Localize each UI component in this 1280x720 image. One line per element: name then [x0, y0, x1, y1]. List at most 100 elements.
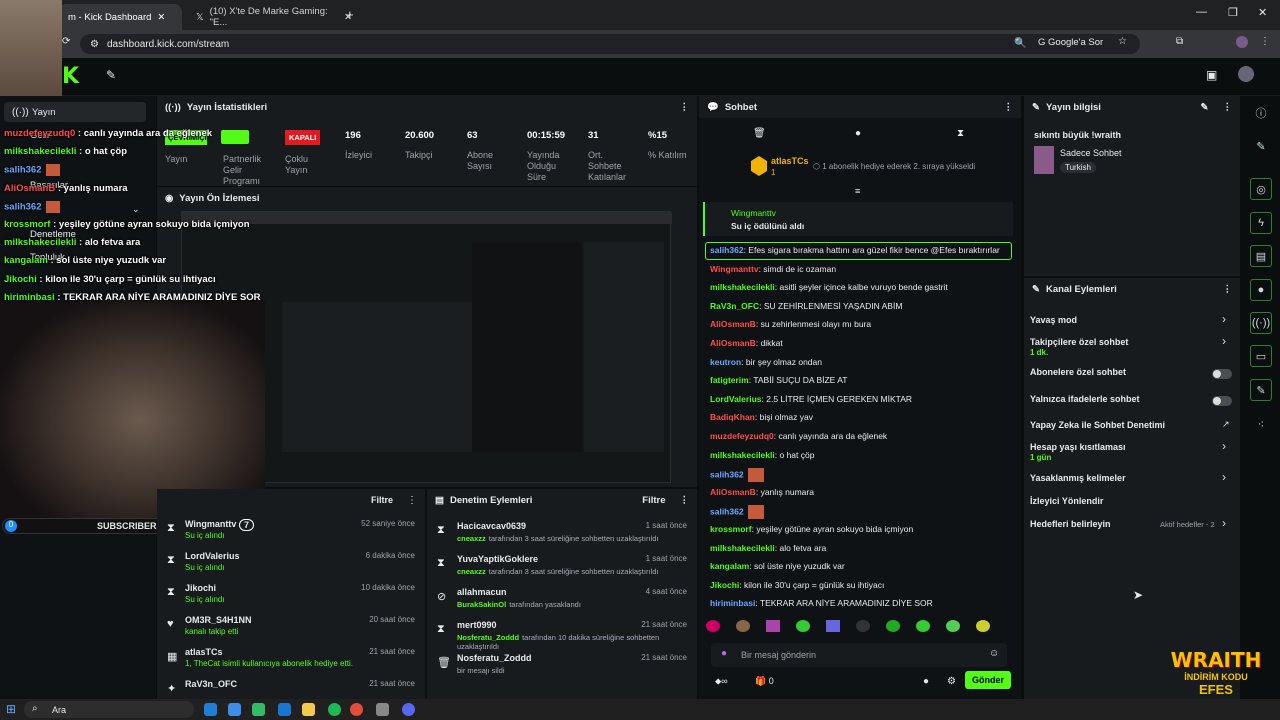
gift-icon[interactable]: 🎁 0	[755, 676, 774, 687]
feed-username[interactable]: Jikochi	[185, 583, 216, 593]
kick-logo[interactable]: K	[62, 64, 79, 89]
file-explorer-icon[interactable]	[302, 703, 315, 716]
new-tab-icon[interactable]: +	[346, 7, 354, 22]
chrome-icon[interactable]	[350, 703, 363, 716]
url-field[interactable]: ⚙ dashboard.kick.com/stream	[80, 34, 1140, 54]
emote-icon[interactable]	[856, 620, 870, 632]
mod-target[interactable]: Nosferatu_Zoddd	[457, 653, 532, 663]
channel-action-label[interactable]: Abonelere özel sohbet	[1030, 367, 1126, 377]
channel-action-label[interactable]: Yasaklanmış kelimeler	[1030, 473, 1126, 483]
reload-icon[interactable]: ⟳	[62, 36, 70, 47]
mod-moderator[interactable]: Nosferatu_Zoddd	[457, 633, 519, 642]
chevron-right-icon[interactable]: ›	[1222, 439, 1226, 453]
menu-kebab-icon[interactable]: ⋮	[1260, 36, 1270, 47]
feed-username[interactable]: RaV3n_OFC	[185, 679, 237, 689]
chat-username[interactable]: muzdefeyzudq0	[710, 431, 774, 441]
google-lens-button[interactable]: G Google'a Sor	[1038, 37, 1103, 48]
menu-kebab-icon[interactable]: ⋮	[1223, 284, 1233, 295]
chat-settings-bubble-icon[interactable]: ●	[923, 676, 929, 687]
mod-moderator[interactable]: cneaxzz	[457, 567, 486, 576]
mod-target[interactable]: mert0990	[457, 620, 497, 630]
emote-icon[interactable]	[886, 620, 900, 632]
emote-icon[interactable]	[946, 620, 960, 632]
filter-button[interactable]: Filtre	[371, 495, 393, 505]
menu-kebab-icon[interactable]: ⋮	[680, 102, 690, 113]
chat-username[interactable]: BadiqKhan	[710, 412, 755, 422]
mod-target[interactable]: Hacicavcav0639	[457, 521, 526, 531]
chat-username[interactable]: Jikochi	[710, 580, 739, 590]
mod-target[interactable]: allahmacun	[457, 587, 507, 597]
app-icon[interactable]	[252, 703, 265, 716]
chevron-right-icon[interactable]: ›	[1222, 334, 1226, 348]
menu-kebab-icon[interactable]: ⋮	[680, 495, 690, 506]
bookmark-star-icon[interactable]: ☆	[1118, 36, 1127, 47]
feed-username[interactable]: atlasTCs	[185, 647, 223, 657]
minimize-icon[interactable]: —	[1196, 6, 1207, 18]
chat-username[interactable]: salih362	[710, 507, 744, 517]
chat-bubble-icon[interactable]: ●	[855, 128, 861, 139]
emote-icon[interactable]	[916, 620, 930, 632]
gear-icon[interactable]: ⚙	[947, 676, 956, 687]
chat-username[interactable]: salih362	[710, 469, 744, 479]
chat-username[interactable]: krossmorf	[710, 524, 752, 534]
spotify-icon[interactable]	[328, 703, 341, 716]
nodes-icon[interactable]: ⁖	[1250, 413, 1272, 435]
category-name[interactable]: Sadece Sohbet	[1060, 148, 1122, 158]
outlook-icon[interactable]	[278, 703, 291, 716]
emote-icon[interactable]	[826, 620, 840, 632]
tab-x[interactable]: 𝕏 (10) X'te De Marke Gaming: "E... ✕	[186, 4, 362, 30]
chat-username[interactable]: RaV3n_OFC	[710, 301, 759, 311]
external-link-icon[interactable]: ↗	[1222, 419, 1230, 430]
mod-target[interactable]: YuvaYaptikGoklere	[457, 554, 538, 564]
close-icon[interactable]: ✕	[157, 12, 165, 23]
feed-username[interactable]: LordValerius	[185, 551, 240, 561]
tab-kick-dashboard[interactable]: m - Kick Dashboard ✕	[58, 4, 182, 30]
feed-username[interactable]: OM3R_S4H1NN	[185, 615, 252, 625]
chat-input[interactable]: ● Bir mesaj gönderin ☺	[711, 643, 1007, 667]
menu-kebab-icon[interactable]: ⋮	[407, 495, 417, 506]
app-icon[interactable]	[376, 703, 389, 716]
chat-username[interactable]: AliOsmanB	[710, 338, 756, 348]
monitor-icon[interactable]: ▭	[1250, 345, 1272, 367]
send-button[interactable]: Gönder	[965, 671, 1011, 689]
menu-kebab-icon[interactable]: ⋮	[1223, 102, 1233, 113]
chat-username[interactable]: fatigterim	[710, 375, 749, 385]
emote-icon[interactable]	[736, 620, 750, 632]
taskbar-search[interactable]: ⌕ Ara	[24, 701, 194, 718]
reward-user[interactable]: Wingmanttv	[731, 208, 776, 218]
profile-avatar[interactable]	[1236, 36, 1248, 48]
feed-username[interactable]: Wingmanttv	[185, 519, 236, 529]
discord-icon[interactable]	[402, 703, 415, 716]
chat-username[interactable]: milkshakecilekli	[710, 450, 775, 460]
chat-username[interactable]: milkshakecilekli	[710, 282, 775, 292]
chat-username[interactable]: LordValerius	[710, 394, 762, 404]
windows-start-icon[interactable]: ⊞	[6, 702, 16, 716]
emote-icon[interactable]	[766, 620, 780, 632]
emote-icon[interactable]	[976, 620, 990, 632]
wrench-icon[interactable]: ✎	[1250, 379, 1272, 401]
chat-icon[interactable]: ●	[1250, 279, 1272, 301]
pencil-icon[interactable]: ✎	[1250, 135, 1272, 157]
chevron-right-icon[interactable]: ›	[1222, 516, 1226, 530]
chat-username[interactable]: kangalam	[710, 561, 749, 571]
chat-username[interactable]: AliOsmanB	[710, 319, 756, 329]
edge-icon[interactable]	[204, 703, 217, 716]
pinned-username[interactable]: atlasTCs	[771, 156, 809, 166]
camera-icon[interactable]: ◎	[1250, 178, 1272, 200]
mod-moderator[interactable]: cneaxzz	[457, 534, 486, 543]
chevron-right-icon[interactable]: ›	[1222, 312, 1226, 326]
channel-action-label[interactable]: Yavaş mod	[1030, 315, 1077, 325]
app-icon[interactable]	[228, 703, 241, 716]
channel-action-label[interactable]: Hesap yaşı kısıtlaması	[1030, 442, 1126, 452]
broadcast-icon[interactable]: ((·))	[1250, 312, 1272, 334]
filter-button[interactable]: Filtre	[642, 495, 665, 506]
document-icon[interactable]: ▤	[1250, 245, 1272, 267]
live-icon[interactable]: ▣	[1206, 68, 1217, 82]
channel-action-label[interactable]: Yapay Zeka ile Sohbet Denetimi	[1030, 420, 1165, 430]
chat-username[interactable]: Wingmanttv	[710, 264, 759, 274]
zoom-icon[interactable]: 🔍	[1014, 38, 1026, 49]
chat-username[interactable]: salih362	[710, 245, 744, 255]
creator-tools-icon[interactable]: ✎	[106, 68, 116, 82]
chat-username[interactable]: milkshakecilekli	[710, 543, 775, 553]
user-avatar[interactable]	[1238, 66, 1254, 82]
